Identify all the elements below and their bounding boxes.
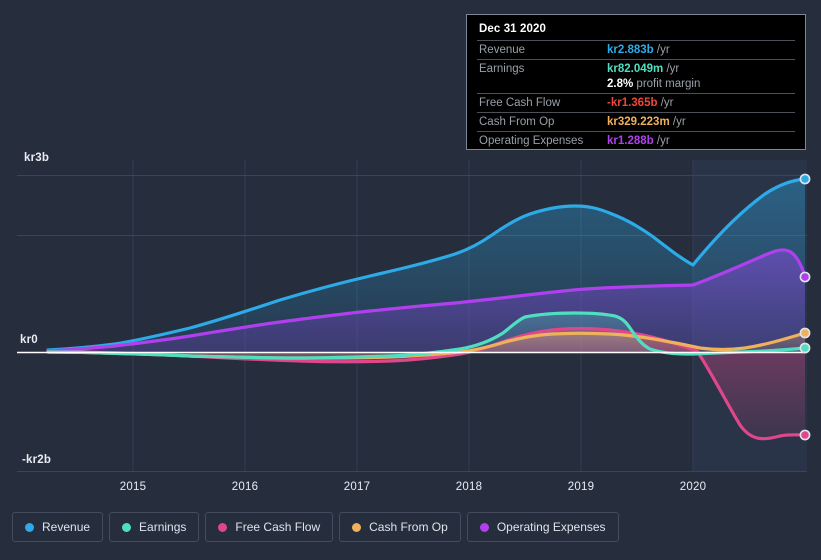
tooltip-value-earnings-amount: kr82.049m <box>607 63 664 75</box>
tooltip-value-free-cash-flow-unit: /yr <box>660 97 674 109</box>
legend-item-free-cash-flow[interactable]: Free Cash Flow <box>205 512 334 542</box>
tooltip-row-profit-margin: 2.8% profit margin <box>477 78 795 94</box>
legend-label-cash-from-op: Cash From Op <box>369 520 448 534</box>
financial-chart-screen: kr3b kr0 -kr2b 2015 2016 2017 2018 2019 … <box>0 0 821 560</box>
tooltip-value-earnings-unit: /yr <box>666 63 680 75</box>
endpoint-free-cash-flow <box>799 429 811 441</box>
legend-dot-cash-from-op-icon <box>352 522 362 532</box>
tooltip-label-earnings: Earnings <box>477 59 605 78</box>
tooltip-value-revenue-unit: /yr <box>656 44 670 56</box>
legend-dot-free-cash-flow-icon <box>218 522 228 532</box>
endpoint-operating-expenses <box>799 271 811 283</box>
legend-item-earnings[interactable]: Earnings <box>109 512 200 542</box>
tooltip-value-operating-expenses-amount: kr1.288b <box>607 135 654 147</box>
tooltip-label-profit-margin-spacer <box>477 78 605 94</box>
tooltip-table: Revenue kr2.883b /yr Earnings kr82.049m … <box>477 40 795 150</box>
tooltip-value-revenue: kr2.883b /yr <box>605 40 795 60</box>
x-tick-label-2019: 2019 <box>567 481 595 493</box>
tooltip-profit-margin-text: profit margin <box>636 78 701 90</box>
legend-item-cash-from-op[interactable]: Cash From Op <box>339 512 461 542</box>
tooltip-row-cash-from-op: Cash From Op kr329.223m /yr <box>477 112 795 132</box>
tooltip-value-cash-from-op-unit: /yr <box>672 116 686 128</box>
x-tick-label-2020: 2020 <box>679 481 707 493</box>
tooltip-value-free-cash-flow: -kr1.365b /yr <box>605 93 795 113</box>
tooltip-label-cash-from-op: Cash From Op <box>477 112 605 132</box>
legend-item-operating-expenses[interactable]: Operating Expenses <box>466 512 619 542</box>
x-tick-label-2015: 2015 <box>119 481 147 493</box>
endpoint-revenue <box>799 173 811 185</box>
tooltip-value-profit-margin: 2.8% profit margin <box>605 78 795 94</box>
tooltip-value-earnings: kr82.049m /yr <box>605 59 795 78</box>
chart-tooltip: Dec 31 2020 Revenue kr2.883b /yr Earning… <box>466 14 806 150</box>
legend-label-free-cash-flow: Free Cash Flow <box>235 520 321 534</box>
chart-legend: Revenue Earnings Free Cash Flow Cash Fro… <box>12 512 619 542</box>
x-tick-label-2018: 2018 <box>455 481 483 493</box>
endpoint-earnings <box>799 342 811 354</box>
tooltip-value-cash-from-op-amount: kr329.223m <box>607 116 670 128</box>
y-tick-label-0: kr0 <box>20 334 38 346</box>
tooltip-value-operating-expenses: kr1.288b /yr <box>605 131 795 150</box>
tooltip-row-earnings: Earnings kr82.049m /yr <box>477 59 795 78</box>
tooltip-profit-margin-value: 2.8% <box>607 78 634 90</box>
x-tick-label-2016: 2016 <box>231 481 259 493</box>
tooltip-label-revenue: Revenue <box>477 40 605 60</box>
tooltip-row-operating-expenses: Operating Expenses kr1.288b /yr <box>477 131 795 150</box>
legend-label-operating-expenses: Operating Expenses <box>496 520 606 534</box>
y-tick-label-3b: kr3b <box>24 152 50 164</box>
x-tick-label-2017: 2017 <box>343 481 371 493</box>
legend-item-revenue[interactable]: Revenue <box>12 512 104 542</box>
tooltip-value-revenue-amount: kr2.883b <box>607 44 654 56</box>
tooltip-row-revenue: Revenue kr2.883b /yr <box>477 40 795 60</box>
legend-dot-operating-expenses-icon <box>479 522 489 532</box>
legend-dot-earnings-icon <box>122 522 132 532</box>
legend-label-revenue: Revenue <box>42 520 91 534</box>
y-tick-label-neg2b: -kr2b <box>22 454 52 466</box>
tooltip-row-free-cash-flow: Free Cash Flow -kr1.365b /yr <box>477 93 795 113</box>
legend-dot-revenue-icon <box>25 522 34 532</box>
tooltip-label-free-cash-flow: Free Cash Flow <box>477 93 605 113</box>
tooltip-label-operating-expenses: Operating Expenses <box>477 131 605 150</box>
endpoint-cash-from-op <box>799 327 811 339</box>
tooltip-value-free-cash-flow-amount: -kr1.365b <box>607 97 658 109</box>
legend-label-earnings: Earnings <box>139 520 187 534</box>
tooltip-date: Dec 31 2020 <box>479 23 546 35</box>
tooltip-value-operating-expenses-unit: /yr <box>656 135 670 147</box>
tooltip-value-cash-from-op: kr329.223m /yr <box>605 112 795 132</box>
